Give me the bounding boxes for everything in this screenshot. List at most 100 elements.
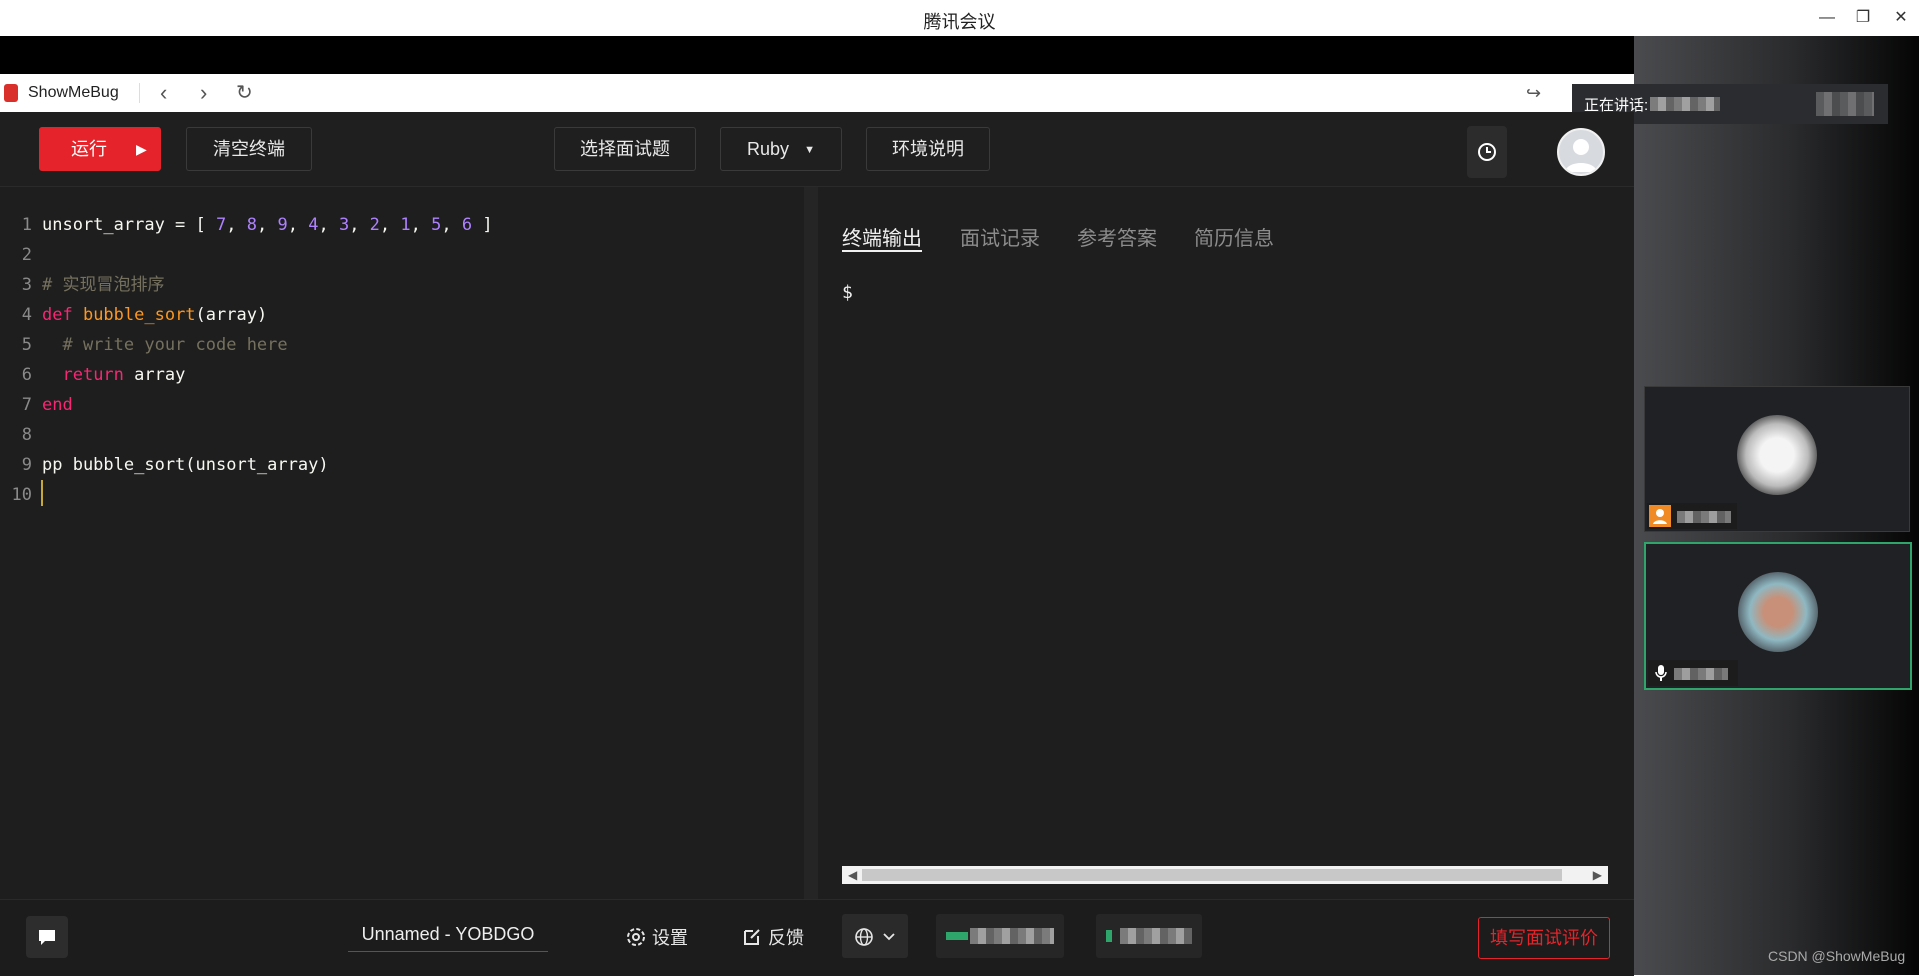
edit-icon xyxy=(744,929,760,945)
app-name: ShowMeBug xyxy=(28,84,119,101)
chat-button[interactable] xyxy=(26,916,68,958)
language-select[interactable]: Ruby ▼ xyxy=(720,127,842,171)
file-name[interactable]: Unnamed - YOBDGO xyxy=(348,924,548,952)
environment-info-button[interactable]: 环境说明 xyxy=(866,127,990,171)
code-line[interactable]: 5 # write your code here xyxy=(0,333,288,357)
run-button[interactable]: 运行 ▶ xyxy=(39,127,161,171)
line-number: 5 xyxy=(21,335,32,355)
code-token: , xyxy=(379,215,401,235)
code-line[interactable]: 1 unsort_array = [ 7, 8, 9, 4, 3, 2, 1, 5… xyxy=(0,213,493,237)
terminal-horizontal-scrollbar[interactable]: ◀ ▶ xyxy=(842,866,1608,884)
language-switch[interactable] xyxy=(842,914,908,958)
fill-evaluation-button[interactable]: 填写面试评价 xyxy=(1478,917,1610,959)
line-number: 3 xyxy=(21,275,32,295)
code-line[interactable]: 10 xyxy=(0,483,42,507)
network-status-blurred xyxy=(936,914,1064,958)
code-token: 2 xyxy=(369,215,380,235)
participant-tile-active[interactable] xyxy=(1644,542,1912,690)
code-token: # 实现冒泡排序 xyxy=(42,275,165,295)
status-indicator xyxy=(946,932,968,940)
browser-bar: ShowMeBug ‹ › ↻ ↪ xyxy=(0,74,1634,113)
tab-terminal-output[interactable]: 终端输出 xyxy=(842,222,922,251)
code-token: 6 xyxy=(461,215,473,235)
code-token: 1 xyxy=(400,215,411,235)
scrollbar-thumb[interactable] xyxy=(862,869,1562,881)
line-number: 9 xyxy=(21,455,32,475)
refresh-icon[interactable]: ↻ xyxy=(236,81,253,105)
code-token: 4 xyxy=(308,215,319,235)
line-number: 8 xyxy=(21,425,32,445)
code-token: array xyxy=(123,365,186,385)
code-token: , xyxy=(410,215,432,235)
status-bar xyxy=(0,899,1634,976)
blurred-text xyxy=(1120,928,1192,944)
code-line[interactable]: 9 pp bubble_sort(unsort_array) xyxy=(0,453,329,477)
code-line[interactable]: 2 xyxy=(0,243,42,267)
code-line[interactable]: 6 return array xyxy=(0,363,186,387)
pane-divider[interactable] xyxy=(804,187,818,899)
back-icon[interactable]: ‹ xyxy=(160,81,167,105)
participant-tile[interactable] xyxy=(1644,386,1910,532)
code-token: def xyxy=(42,305,83,325)
code-line[interactable]: 7 end xyxy=(0,393,73,417)
line-number: 10 xyxy=(11,485,32,505)
tab-reference-answer[interactable]: 参考答案 xyxy=(1077,222,1157,251)
window-titlebar: 腾讯会议 — ❐ ✕ xyxy=(0,0,1919,36)
active-tab-underline xyxy=(842,250,922,252)
clear-terminal-button[interactable]: 清空终端 xyxy=(186,127,312,171)
participant-label xyxy=(1648,660,1738,686)
code-token: return xyxy=(62,365,124,385)
participant-name-blurred xyxy=(1674,668,1728,680)
line-number: 6 xyxy=(21,365,32,385)
feedback-label: 反馈 xyxy=(768,928,804,948)
settings-button[interactable]: 设置 xyxy=(626,924,688,950)
meeting-logo-blurred xyxy=(1816,92,1874,116)
scroll-right-icon[interactable]: ▶ xyxy=(1593,868,1602,882)
code-token: 5 xyxy=(431,215,442,235)
connection-status-blurred xyxy=(1096,914,1202,958)
terminal-panel xyxy=(818,187,1634,899)
play-icon: ▶ xyxy=(136,141,147,157)
code-editor[interactable]: 1 unsort_array = [ 7, 8, 9, 4, 3, 2, 1, 5… xyxy=(0,187,804,899)
code-token: , xyxy=(256,215,278,235)
speaker-name-blurred xyxy=(1650,97,1720,111)
code-token: pp bubble_sort(unsort_array) xyxy=(42,455,329,475)
code-line[interactable]: 4 def bubble_sort(array) xyxy=(0,303,267,327)
gear-icon xyxy=(627,928,645,946)
feedback-button[interactable]: 反馈 xyxy=(742,924,804,950)
code-token: 8 xyxy=(246,215,257,235)
terminal-prompt: $ xyxy=(842,282,853,303)
code-line[interactable]: 3 # 实现冒泡排序 xyxy=(0,273,165,297)
chevron-down-icon xyxy=(883,933,895,941)
minimize-button[interactable]: — xyxy=(1812,6,1842,30)
code-token: , xyxy=(287,215,309,235)
code-line[interactable]: 8 xyxy=(0,423,42,447)
participant-label xyxy=(1647,503,1737,529)
line-number: 4 xyxy=(21,305,32,325)
run-label: 运行 xyxy=(71,139,107,159)
showmebug-logo-icon xyxy=(4,84,18,102)
close-button[interactable]: ✕ xyxy=(1886,6,1916,30)
tab-interview-record[interactable]: 面试记录 xyxy=(960,222,1040,251)
tab-resume-info[interactable]: 简历信息 xyxy=(1194,222,1274,251)
forward-icon[interactable]: › xyxy=(200,81,207,105)
restore-button[interactable]: ❐ xyxy=(1848,6,1878,30)
code-token: 3 xyxy=(338,215,350,235)
select-question-button[interactable]: 选择面试题 xyxy=(554,127,696,171)
chat-icon xyxy=(39,930,55,945)
code-token: # write your code here xyxy=(42,335,288,355)
history-button[interactable] xyxy=(1467,126,1507,178)
line-number: 2 xyxy=(21,245,32,265)
code-token: , xyxy=(226,215,247,235)
code-token: unsort_array = [ xyxy=(42,215,216,235)
scroll-left-icon[interactable]: ◀ xyxy=(848,868,857,882)
participant-avatar xyxy=(1737,415,1817,495)
code-token: bubble_sort xyxy=(82,305,196,325)
status-indicator xyxy=(1106,930,1112,942)
text-cursor xyxy=(41,480,43,506)
user-avatar[interactable] xyxy=(1557,128,1605,176)
blurred-text xyxy=(970,928,1054,944)
code-token: 7 xyxy=(216,215,227,235)
share-icon[interactable]: ↪ xyxy=(1526,81,1541,105)
